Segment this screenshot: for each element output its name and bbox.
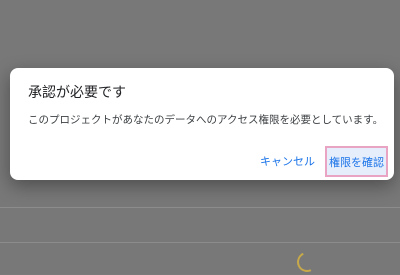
background-divider <box>0 207 400 208</box>
background-divider <box>0 242 400 243</box>
dialog-title: 承認が必要です <box>28 85 126 101</box>
cancel-button[interactable]: キャンセル <box>260 153 315 169</box>
review-permissions-button[interactable]: 権限を確認 <box>325 146 388 177</box>
loading-spinner-icon <box>294 249 320 275</box>
authorization-dialog: 承認が必要です このプロジェクトがあなたのデータへのアクセス権限を必要としていま… <box>10 68 394 180</box>
dialog-message: このプロジェクトがあなたのデータへのアクセス権限を必要としています。 <box>28 114 384 126</box>
